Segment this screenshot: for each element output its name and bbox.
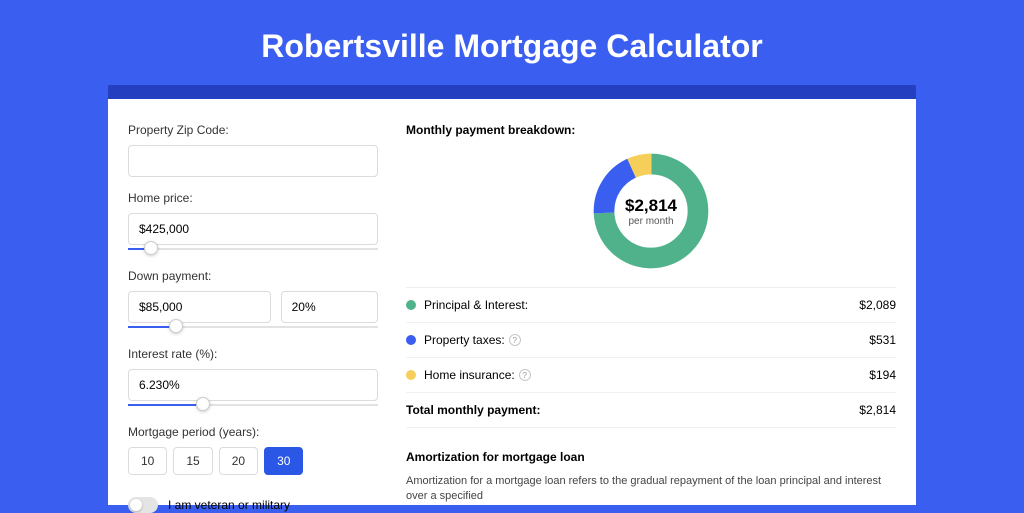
legend-value: $2,089 — [859, 298, 896, 312]
interest-input[interactable] — [128, 369, 378, 401]
legend-value: $194 — [869, 368, 896, 382]
zip-field: Property Zip Code: — [128, 123, 378, 177]
page: Robertsville Mortgage Calculator Propert… — [0, 0, 1024, 512]
down-payment-field: Down payment: — [128, 269, 378, 333]
form-panel: Property Zip Code: Home price: Down paym… — [128, 123, 378, 505]
zip-label: Property Zip Code: — [128, 123, 378, 137]
legend-row: Property taxes:?$531 — [406, 323, 896, 358]
veteran-row: I am veteran or military — [128, 497, 378, 513]
down-payment-slider[interactable] — [128, 321, 378, 333]
home-price-slider[interactable] — [128, 243, 378, 255]
donut-amount: $2,814 — [625, 196, 677, 216]
period-options: 10152030 — [128, 447, 378, 475]
info-icon[interactable]: ? — [519, 369, 531, 381]
amortization-text: Amortization for a mortgage loan refers … — [406, 474, 896, 505]
period-option-15[interactable]: 15 — [173, 447, 212, 475]
period-option-10[interactable]: 10 — [128, 447, 167, 475]
legend-total-label: Total monthly payment: — [406, 403, 859, 417]
interest-field: Interest rate (%): — [128, 347, 378, 411]
down-payment-percent-input[interactable] — [281, 291, 378, 323]
legend-row: Home insurance:?$194 — [406, 358, 896, 393]
amortization-title: Amortization for mortgage loan — [406, 450, 896, 464]
home-price-label: Home price: — [128, 191, 378, 205]
legend-dot — [406, 335, 416, 345]
results-panel: Monthly payment breakdown: $2,814 per mo… — [406, 123, 896, 505]
donut-chart: $2,814 per month — [589, 149, 713, 273]
legend-value: $531 — [869, 333, 896, 347]
interest-label: Interest rate (%): — [128, 347, 378, 361]
page-title: Robertsville Mortgage Calculator — [0, 0, 1024, 85]
slider-thumb[interactable] — [169, 319, 183, 333]
donut-chart-wrap: $2,814 per month — [406, 149, 896, 273]
home-price-field: Home price: — [128, 191, 378, 255]
slider-thumb[interactable] — [144, 241, 158, 255]
period-label: Mortgage period (years): — [128, 425, 378, 439]
legend-total-value: $2,814 — [859, 403, 896, 417]
donut-sub: per month — [628, 216, 673, 227]
legend-dot — [406, 370, 416, 380]
legend-label: Home insurance:? — [424, 368, 869, 382]
slider-thumb[interactable] — [196, 397, 210, 411]
calculator-card: Property Zip Code: Home price: Down paym… — [108, 99, 916, 505]
down-payment-amount-input[interactable] — [128, 291, 271, 323]
veteran-label: I am veteran or military — [168, 498, 290, 512]
period-field: Mortgage period (years): 10152030 — [128, 425, 378, 475]
interest-slider[interactable] — [128, 399, 378, 411]
info-icon[interactable]: ? — [509, 334, 521, 346]
home-price-input[interactable] — [128, 213, 378, 245]
card-shadow: Property Zip Code: Home price: Down paym… — [108, 85, 916, 505]
period-option-30[interactable]: 30 — [264, 447, 303, 475]
amortization-section: Amortization for mortgage loan Amortizat… — [406, 450, 896, 505]
veteran-toggle[interactable] — [128, 497, 158, 513]
period-option-20[interactable]: 20 — [219, 447, 258, 475]
breakdown-title: Monthly payment breakdown: — [406, 123, 896, 137]
legend: Principal & Interest:$2,089Property taxe… — [406, 287, 896, 428]
legend-dot — [406, 300, 416, 310]
legend-total-row: Total monthly payment:$2,814 — [406, 393, 896, 428]
down-payment-label: Down payment: — [128, 269, 378, 283]
legend-row: Principal & Interest:$2,089 — [406, 288, 896, 323]
zip-input[interactable] — [128, 145, 378, 177]
legend-label: Principal & Interest: — [424, 298, 859, 312]
legend-label: Property taxes:? — [424, 333, 869, 347]
